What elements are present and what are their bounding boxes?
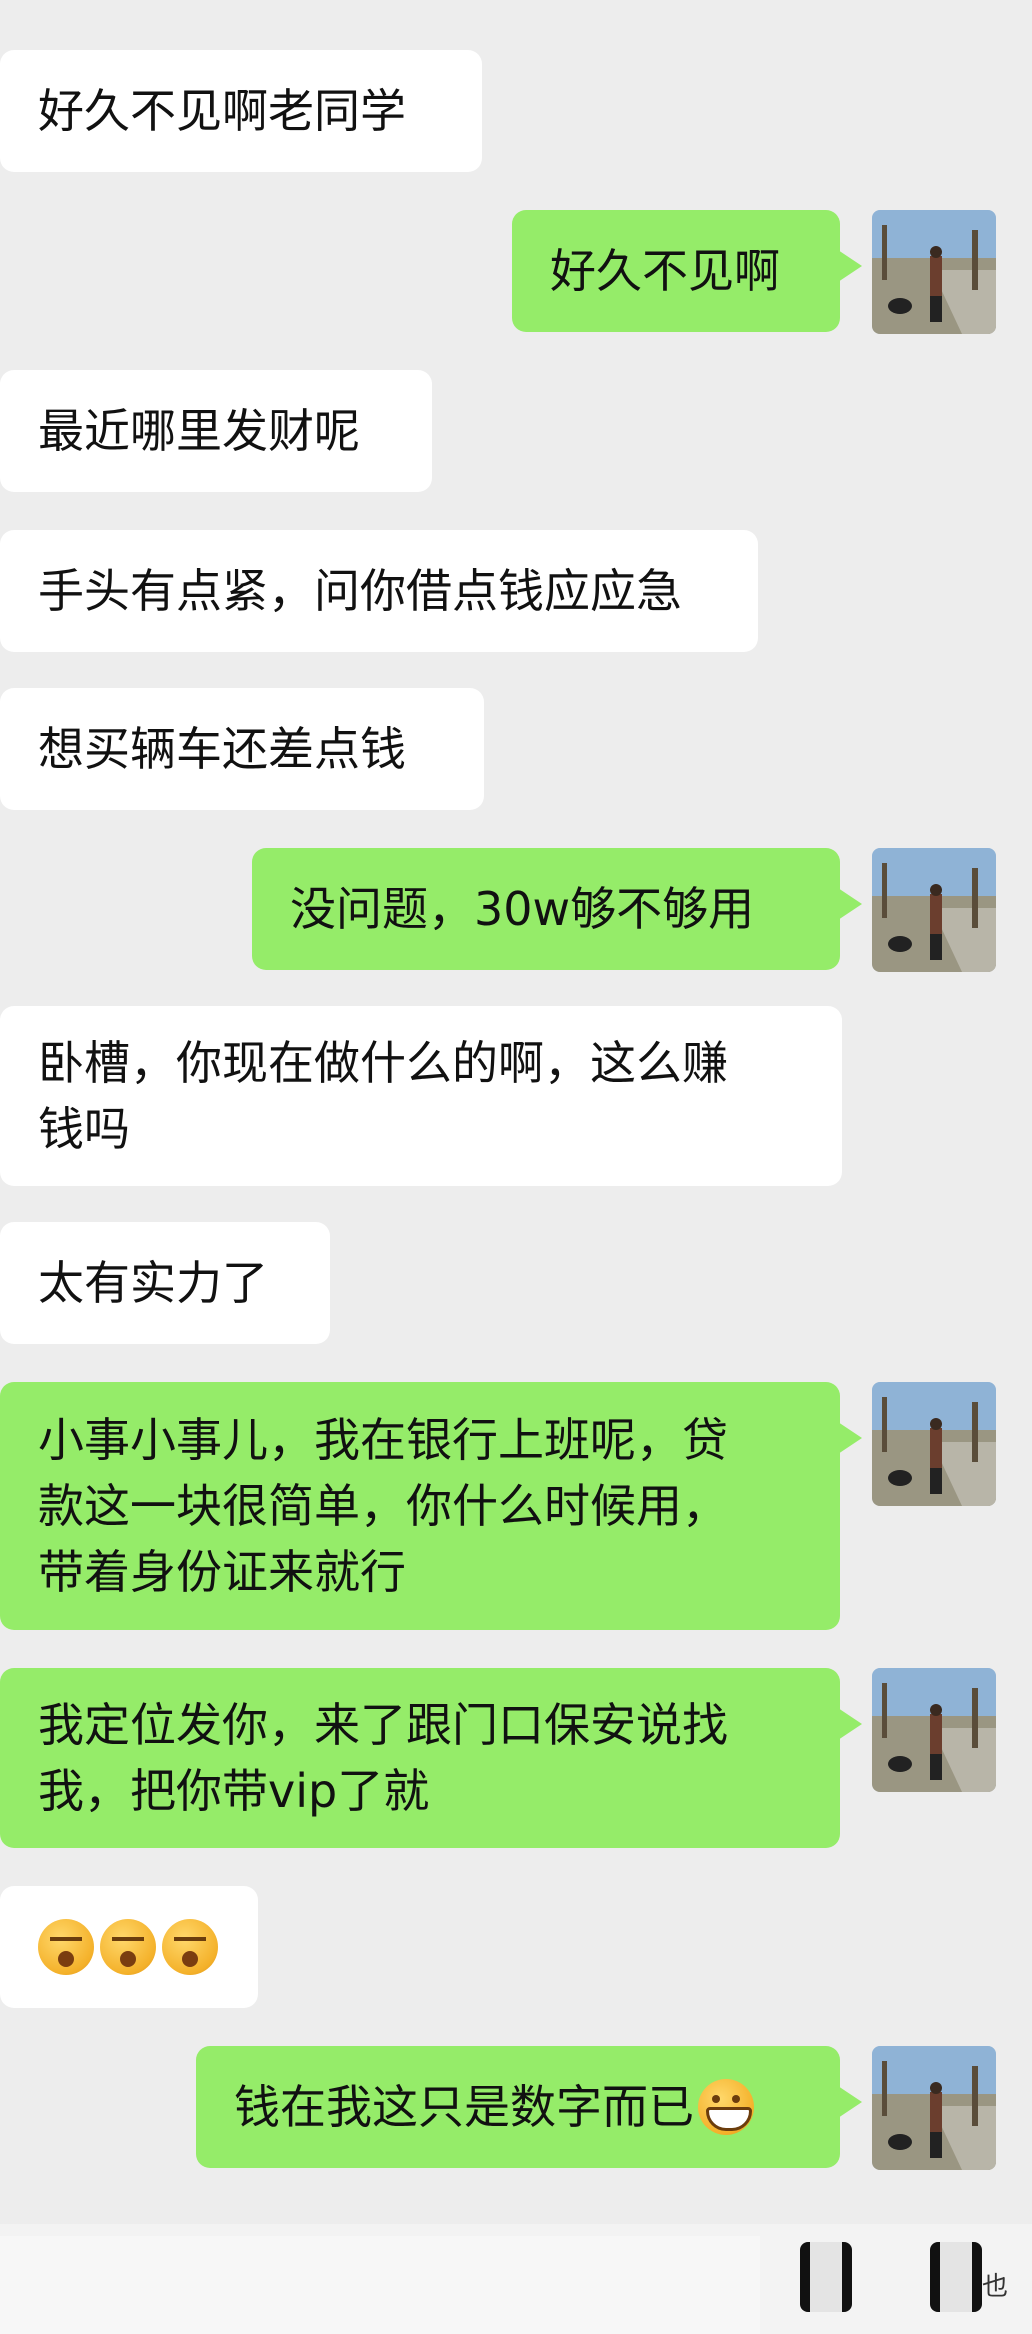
avatar[interactable]: [872, 1382, 996, 1506]
message-bubble-8[interactable]: 太有实力了: [0, 1222, 330, 1344]
message-bubble-12[interactable]: 钱在我这只是数字而已: [196, 2046, 862, 2168]
avatar-road-photo-icon: [872, 1668, 996, 1792]
message-bubble-1[interactable]: 好久不见啊老同学: [0, 50, 482, 172]
avatar[interactable]: [872, 1668, 996, 1792]
message-bubble-9[interactable]: 小事小事儿，我在银行上班呢，贷 款这一块很简单，你什么时候用， 带着身份证来就行: [0, 1382, 862, 1630]
message-bubble-2[interactable]: 好久不见啊: [512, 210, 862, 332]
avatar-road-photo-icon: [872, 848, 996, 972]
message-bubble-10[interactable]: 我定位发你，来了跟门口保安说找 我，把你带vip了就: [0, 1668, 862, 1848]
avatar-road-photo-icon: [872, 1382, 996, 1506]
message-text: 小事小事儿，我在银行上班呢，贷 款这一块很简单，你什么时候用， 带着身份证来就行: [38, 1413, 728, 1599]
message-text: 好久不见啊: [550, 244, 780, 298]
message-text: 没问题，30w够不够用: [290, 882, 755, 936]
message-bubble-5[interactable]: 想买辆车还差点钱: [0, 688, 484, 810]
emoji-row: [38, 1919, 218, 1975]
message-text: 想买辆车还差点钱: [38, 722, 406, 776]
avatar[interactable]: [872, 210, 996, 334]
avatar[interactable]: [872, 2046, 996, 2170]
avatar-road-photo-icon: [872, 210, 996, 334]
avatar[interactable]: [872, 848, 996, 972]
message-bubble-6[interactable]: 没问题，30w够不够用: [252, 848, 862, 970]
sleepy-face-icon: [38, 1919, 94, 1975]
bookmark-icon[interactable]: [930, 2242, 982, 2312]
bookmark-icon[interactable]: [800, 2242, 852, 2312]
grin-face-icon: [698, 2079, 754, 2135]
message-text: 好久不见啊老同学: [38, 84, 406, 138]
message-text: 太有实力了: [38, 1256, 268, 1310]
message-text: 最近哪里发财呢: [38, 404, 360, 458]
watermark: 也: [982, 2272, 1009, 2302]
message-bubble-11[interactable]: [0, 1886, 258, 2008]
sleepy-face-icon: [162, 1919, 218, 1975]
message-bubble-7[interactable]: 卧槽，你现在做什么的啊，这么赚 钱吗: [0, 1006, 842, 1186]
message-text: 钱在我这只是数字而已: [234, 2080, 694, 2134]
sleepy-face-icon: [100, 1919, 156, 1975]
message-text: 我定位发你，来了跟门口保安说找 我，把你带vip了就: [38, 1698, 728, 1818]
message-text: 卧槽，你现在做什么的啊，这么赚 钱吗: [38, 1036, 728, 1156]
message-bubble-3[interactable]: 最近哪里发财呢: [0, 370, 432, 492]
message-text: 手头有点紧，问你借点钱应应急: [38, 564, 682, 618]
message-bubble-4[interactable]: 手头有点紧，问你借点钱应应急: [0, 530, 758, 652]
avatar-road-photo-icon: [872, 2046, 996, 2170]
input-area[interactable]: [0, 2236, 760, 2334]
